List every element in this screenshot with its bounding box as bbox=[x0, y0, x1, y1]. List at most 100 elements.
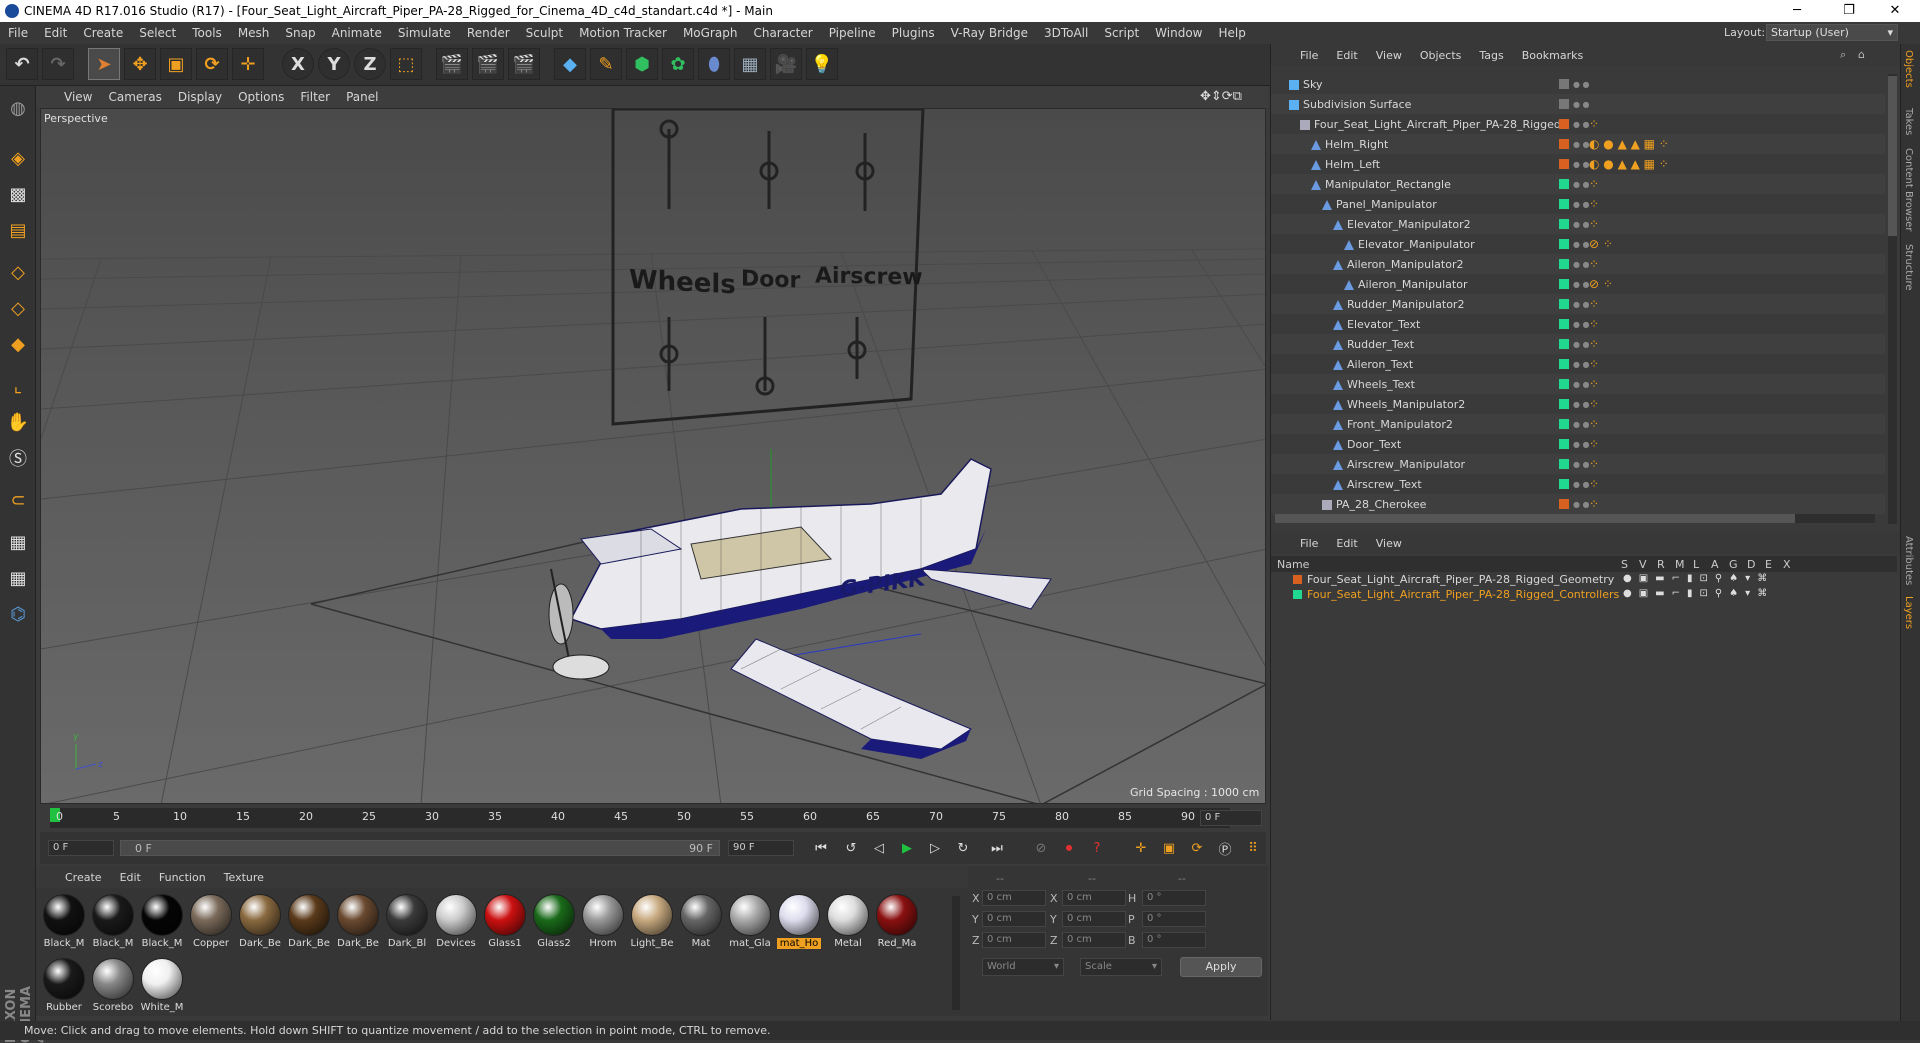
layer-color-tag[interactable] bbox=[1559, 219, 1569, 229]
workplane-mode-button[interactable]: ▤ bbox=[2, 214, 34, 246]
layer-color-tag[interactable] bbox=[1559, 319, 1569, 329]
magnet-button[interactable]: ⊂ bbox=[2, 484, 34, 516]
visibility-dots-icon[interactable]: ● ● bbox=[1573, 360, 1590, 368]
object-row[interactable]: Helm_Left ● ● ◐ ● ▲ ▲ ▦ ⁘ bbox=[1271, 154, 1885, 174]
material-swatch[interactable]: Hrom bbox=[581, 894, 625, 949]
snap-button[interactable]: Ⓢ bbox=[2, 442, 34, 474]
object-row[interactable]: Sky ● ● bbox=[1271, 74, 1885, 94]
tab-objects[interactable]: Objects bbox=[1903, 50, 1914, 88]
render-picture-viewer-button[interactable]: 🎬 bbox=[472, 48, 504, 80]
minimize-button[interactable]: ─ bbox=[1774, 0, 1820, 22]
xpresso-tag-icon[interactable]: ⁘ bbox=[1589, 377, 1599, 391]
menu-help[interactable]: Help bbox=[1210, 26, 1253, 40]
menu-tools[interactable]: Tools bbox=[184, 26, 230, 40]
material-swatch[interactable]: Dark_Be bbox=[238, 894, 282, 949]
xpresso-tag-icon[interactable]: ⊘ ⁘ bbox=[1589, 277, 1613, 291]
layer-color-tag[interactable] bbox=[1559, 79, 1569, 89]
layer-color-tag[interactable] bbox=[1559, 339, 1569, 349]
tab-content-browser[interactable]: Content Browser bbox=[1903, 148, 1914, 231]
visibility-dots-icon[interactable]: ● ● bbox=[1573, 200, 1590, 208]
obj-menu-objects[interactable]: Objects bbox=[1411, 49, 1471, 62]
go-to-end-button[interactable]: ⏭ bbox=[986, 837, 1008, 859]
tab-attributes[interactable]: Attributes bbox=[1903, 536, 1914, 585]
visibility-dots-icon[interactable]: ● ● bbox=[1573, 120, 1590, 128]
menu-render[interactable]: Render bbox=[459, 26, 518, 40]
world-select[interactable]: World ▾ bbox=[982, 958, 1064, 976]
deformer-button[interactable]: ⬮ bbox=[698, 48, 730, 80]
visibility-dots-icon[interactable]: ● ● bbox=[1573, 240, 1590, 248]
object-row[interactable]: Wheels_Text ● ● ⁘ bbox=[1271, 374, 1885, 394]
layer-color-tag[interactable] bbox=[1559, 379, 1569, 389]
coord-value-field[interactable]: 0 ° bbox=[1142, 932, 1206, 948]
render-settings-button[interactable]: 🎬 bbox=[508, 48, 540, 80]
tweak-mode-button[interactable]: ✋ bbox=[2, 406, 34, 438]
coord-value-field[interactable]: 0 cm bbox=[982, 932, 1046, 948]
mat-menu-edit[interactable]: Edit bbox=[111, 871, 150, 884]
menu-snap[interactable]: Snap bbox=[277, 26, 323, 40]
xpresso-tag-icon[interactable]: ⁘ bbox=[1589, 317, 1599, 331]
visibility-dots-icon[interactable]: ● ● bbox=[1573, 340, 1590, 348]
visibility-dots-icon[interactable]: ● ● bbox=[1573, 480, 1590, 488]
material-swatch[interactable]: Glass1 bbox=[483, 894, 527, 949]
z-axis-button[interactable]: Z bbox=[354, 48, 386, 80]
xpresso-tag-icon[interactable]: ⊘ ⁘ bbox=[1589, 237, 1613, 251]
vp-menu-filter[interactable]: Filter bbox=[292, 90, 338, 104]
mat-menu-texture[interactable]: Texture bbox=[215, 871, 273, 884]
material-scrollbar[interactable] bbox=[952, 896, 960, 1010]
layer-color-tag[interactable] bbox=[1559, 399, 1569, 409]
menu-motion-tracker[interactable]: Motion Tracker bbox=[571, 26, 675, 40]
restore-button[interactable]: ❐ bbox=[1826, 0, 1872, 22]
polygons-mode-button[interactable]: ◆ bbox=[2, 328, 34, 360]
material-swatch[interactable]: Black_M bbox=[42, 894, 86, 949]
key-pla-button[interactable]: ⠿ bbox=[1242, 837, 1264, 859]
next-key-button[interactable]: ↻ bbox=[952, 837, 974, 859]
axis-mode-button[interactable]: ⌞ bbox=[2, 370, 34, 402]
material-swatch[interactable]: Black_M bbox=[91, 894, 135, 949]
material-swatch[interactable]: Scorebo bbox=[91, 958, 135, 1013]
floor-button[interactable]: ▦ bbox=[734, 48, 766, 80]
menu-file[interactable]: File bbox=[0, 26, 36, 40]
layer-menu-view[interactable]: View bbox=[1367, 537, 1411, 550]
visibility-dots-icon[interactable]: ● ● bbox=[1573, 100, 1590, 108]
home-icon[interactable]: ⌂ bbox=[1849, 48, 1874, 61]
layer-color-swatch[interactable] bbox=[1293, 590, 1302, 599]
menu-window[interactable]: Window bbox=[1147, 26, 1210, 40]
edges-mode-button[interactable]: ◇ bbox=[2, 292, 34, 324]
current-frame-field[interactable]: 0 F bbox=[1200, 810, 1262, 826]
layout-select[interactable]: Startup (User) ▾ bbox=[1766, 24, 1898, 41]
light-button[interactable]: 💡 bbox=[806, 48, 838, 80]
object-row[interactable]: Airscrew_Text ● ● ⁘ bbox=[1271, 474, 1885, 494]
layer-color-tag[interactable] bbox=[1559, 459, 1569, 469]
material-swatch[interactable]: Copper bbox=[189, 894, 233, 949]
material-swatch[interactable]: Black_M bbox=[140, 894, 184, 949]
layer-color-tag[interactable] bbox=[1559, 259, 1569, 269]
menu-simulate[interactable]: Simulate bbox=[390, 26, 459, 40]
xpresso-tag-icon[interactable]: ⁘ bbox=[1589, 117, 1599, 131]
menu-pipeline[interactable]: Pipeline bbox=[821, 26, 884, 40]
coord-value-field[interactable]: 0 cm bbox=[1062, 890, 1126, 906]
key-position-button[interactable]: ✛ bbox=[1130, 837, 1152, 859]
coord-value-field[interactable]: 0 ° bbox=[1142, 911, 1206, 927]
visibility-dots-icon[interactable]: ● ● bbox=[1573, 380, 1590, 388]
python-button[interactable]: ⌬ bbox=[2, 598, 34, 630]
motion-record-button[interactable]: ⊘ bbox=[1030, 837, 1052, 859]
layer-color-tag[interactable] bbox=[1559, 299, 1569, 309]
coord-value-field[interactable]: 0 cm bbox=[1062, 932, 1126, 948]
material-swatch[interactable]: Light_Be bbox=[630, 894, 674, 949]
xpresso-tag-icon[interactable]: ⁘ bbox=[1589, 397, 1599, 411]
obj-menu-edit[interactable]: Edit bbox=[1327, 49, 1366, 62]
xpresso-tag-icon[interactable]: ⁘ bbox=[1589, 177, 1599, 191]
object-row[interactable]: Door_Text ● ● ⁘ bbox=[1271, 434, 1885, 454]
visibility-dots-icon[interactable]: ● ● bbox=[1573, 320, 1590, 328]
start-frame-field[interactable]: 0 F bbox=[48, 840, 114, 856]
object-hscrollbar[interactable] bbox=[1275, 514, 1875, 523]
vp-menu-cameras[interactable]: Cameras bbox=[100, 90, 169, 104]
visibility-dots-icon[interactable]: ● ● bbox=[1573, 500, 1590, 508]
texture-mode-button[interactable]: ▩ bbox=[2, 178, 34, 210]
coord-value-field[interactable]: 0 ° bbox=[1142, 890, 1206, 906]
coordinate-system-button[interactable]: ⬚ bbox=[390, 48, 422, 80]
material-swatch[interactable]: mat_Ho bbox=[777, 894, 821, 949]
locked-workplane-button[interactable]: ▦ bbox=[2, 526, 34, 558]
y-axis-button[interactable]: Y bbox=[318, 48, 350, 80]
xpresso-tag-icon[interactable]: ◐ ● ▲ ▲ ▦ ⁘ bbox=[1589, 157, 1669, 171]
